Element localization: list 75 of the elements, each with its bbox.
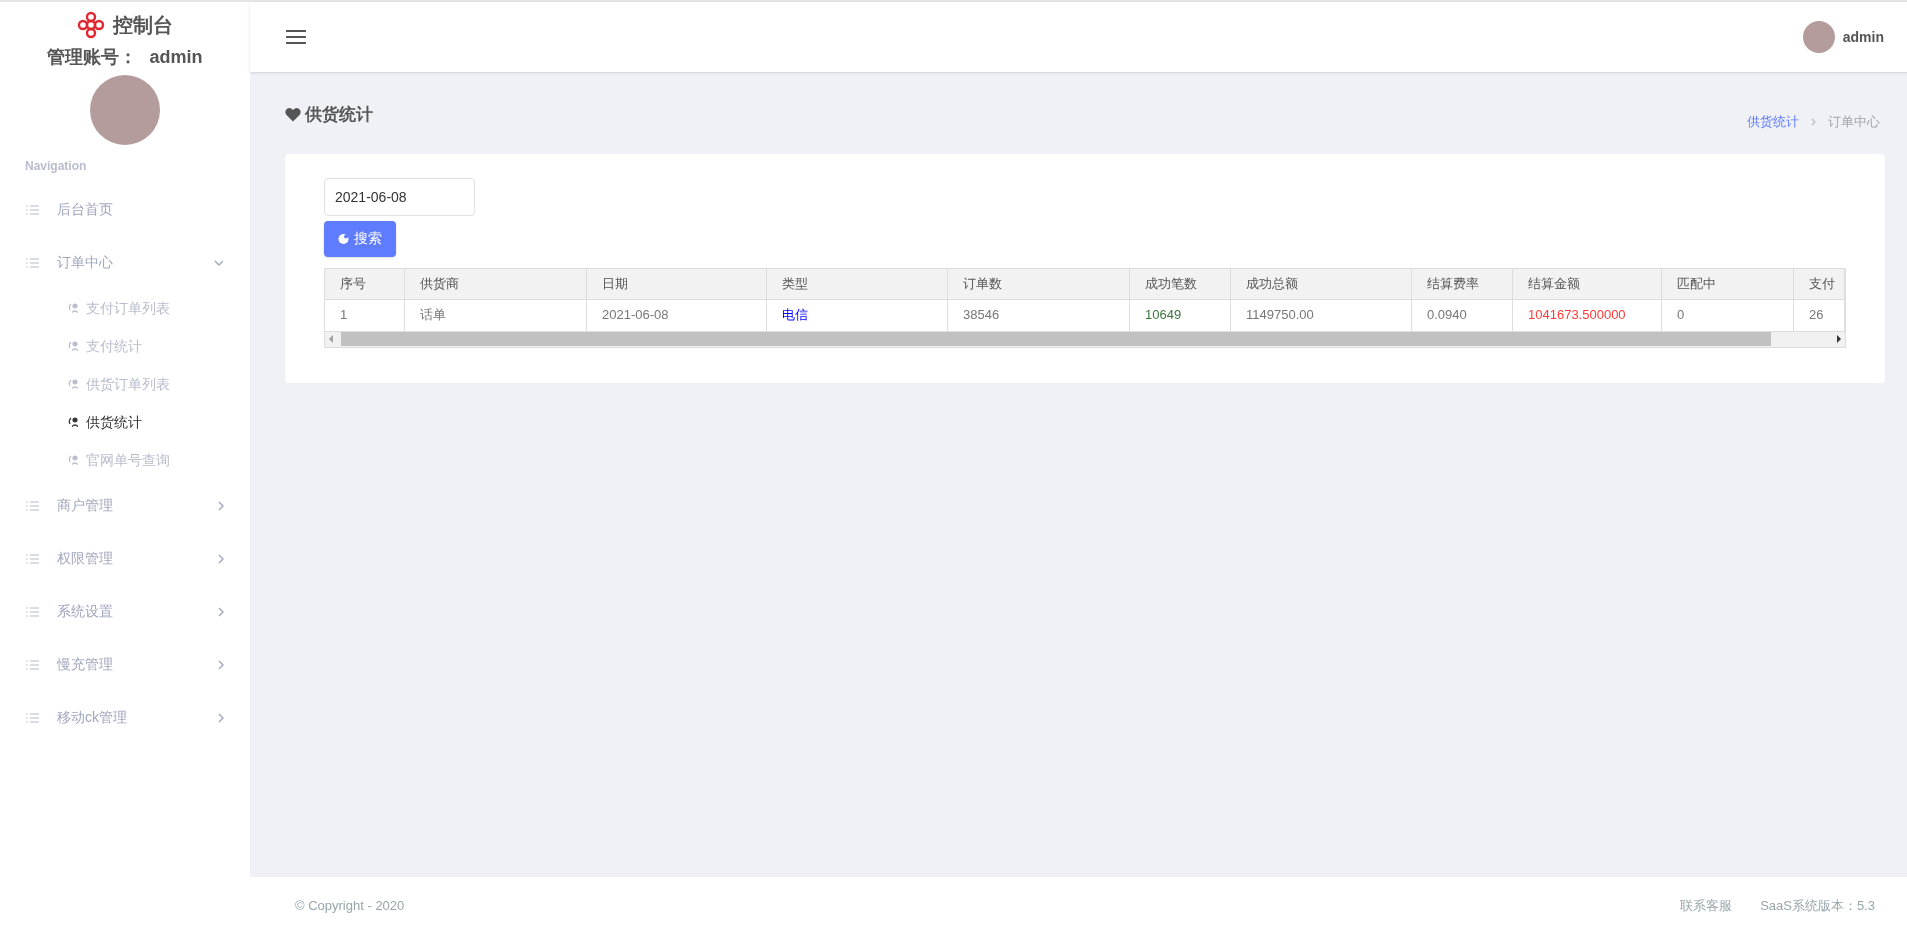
- menu-icon[interactable]: [286, 29, 306, 45]
- user-sync-icon: [68, 340, 80, 352]
- nav-item[interactable]: 商户管理: [0, 479, 250, 532]
- brand-title: 控制台: [113, 13, 173, 38]
- nav-subitem[interactable]: 供货统计: [0, 403, 250, 441]
- list-icon: [26, 204, 39, 215]
- search-icon: [338, 232, 350, 245]
- table-cell: 2021-06-08: [587, 299, 767, 331]
- column-header: 日期: [587, 268, 767, 299]
- heart-icon: [285, 107, 301, 123]
- scroll-left-icon[interactable]: [329, 335, 333, 343]
- user-sync-icon: [68, 378, 80, 390]
- user-avatar-placeholder[interactable]: [1802, 21, 1835, 53]
- chevron-right-icon: [218, 712, 224, 723]
- user-sync-icon: [68, 416, 80, 428]
- table-cell: 0: [1662, 299, 1794, 331]
- account-name: admin: [149, 46, 203, 69]
- table-cell: 1149750.00: [1231, 299, 1412, 331]
- nav-subitem[interactable]: 官网单号查询: [0, 441, 250, 479]
- table-cell: 0.0940: [1412, 299, 1513, 331]
- column-header: 支付: [1794, 268, 1845, 299]
- table-cell: 26: [1794, 299, 1845, 331]
- nav-subitem[interactable]: 供货订单列表: [0, 365, 250, 403]
- chevron-right-icon: [1811, 117, 1816, 126]
- chevron-right-icon: [218, 659, 224, 670]
- nav-subitem[interactable]: 支付订单列表: [0, 289, 250, 327]
- table-cell: 10649: [1130, 299, 1231, 331]
- copyright-text: © Copyright - 2020: [295, 896, 405, 915]
- user-sync-icon: [68, 302, 80, 314]
- footer-link[interactable]: 联系客服: [1680, 895, 1733, 916]
- page-title: 供货统计: [305, 104, 373, 126]
- nav-subitem[interactable]: 支付统计: [0, 327, 250, 365]
- date-field[interactable]: 2021-06-08: [324, 177, 475, 216]
- column-header: 成功笔数: [1130, 268, 1231, 299]
- chevron-down-icon: [214, 259, 224, 266]
- nav-item[interactable]: 系统设置: [0, 585, 250, 638]
- list-icon: [26, 257, 39, 268]
- list-icon: [26, 659, 39, 670]
- column-header: 结算费率: [1412, 268, 1513, 299]
- nav-item[interactable]: 移动ck管理: [0, 691, 250, 744]
- list-icon: [26, 553, 39, 564]
- list-icon: [26, 500, 39, 511]
- table-cell: 话单: [405, 299, 587, 331]
- column-header: 成功总额: [1231, 268, 1412, 299]
- user-name[interactable]: admin: [1842, 26, 1884, 48]
- column-header: 供货商: [405, 268, 587, 299]
- chevron-right-icon: [218, 500, 224, 511]
- search-button[interactable]: 搜索: [324, 220, 396, 257]
- breadcrumb-link[interactable]: 供货统计: [1747, 112, 1799, 132]
- chevron-right-icon: [218, 553, 224, 564]
- knot-logo-icon: [77, 11, 105, 39]
- nav-section-title: Navigation: [25, 158, 88, 175]
- list-icon: [26, 712, 39, 723]
- column-header: 匹配中: [1662, 268, 1794, 299]
- table-cell: 电信: [767, 299, 948, 331]
- chevron-right-icon: [218, 606, 224, 617]
- footer-link[interactable]: SaaS系统版本：5.3: [1760, 895, 1875, 916]
- column-header: 订单数: [948, 268, 1130, 299]
- nav-item[interactable]: 订单中心: [0, 236, 250, 289]
- nav-item[interactable]: 慢充管理: [0, 638, 250, 691]
- breadcrumb-link[interactable]: 订单中心: [1828, 112, 1880, 132]
- column-header: 类型: [767, 268, 948, 299]
- nav-item[interactable]: 后台首页: [0, 183, 250, 236]
- list-icon: [26, 606, 39, 617]
- column-header: 序号: [325, 268, 405, 299]
- account-label: 管理账号：: [47, 46, 138, 69]
- nav-item[interactable]: 权限管理: [0, 532, 250, 585]
- table-cell: 1: [325, 299, 405, 331]
- column-header: 结算金额: [1513, 268, 1662, 299]
- table-cell: 38546: [948, 299, 1130, 331]
- table-cell: 1041673.500000: [1513, 299, 1662, 331]
- user-sync-icon: [68, 454, 80, 466]
- horizontal-scrollbar[interactable]: [325, 330, 1845, 347]
- scrollbar-thumb[interactable]: [341, 332, 1771, 346]
- scroll-right-icon[interactable]: [1837, 335, 1841, 343]
